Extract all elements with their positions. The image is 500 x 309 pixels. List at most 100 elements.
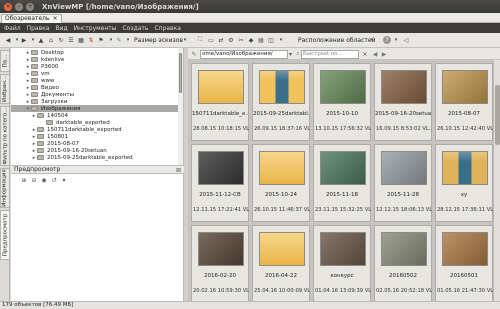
- bookmark-icon[interactable]: ✎: [190, 50, 198, 58]
- thumbnail-item[interactable]: конкурс 01.04.16 13:09:39 VL...: [313, 225, 371, 303]
- menu-help[interactable]: Справка: [154, 25, 180, 32]
- thumbnail-item[interactable]: 2015-11-12-CB 12.11.15 17:21:41 VL...: [191, 144, 249, 222]
- grid-icon: ▦: [78, 36, 84, 44]
- menu-view[interactable]: Вид: [55, 25, 67, 32]
- previous-page-button[interactable]: ◁: [402, 36, 410, 44]
- preview-close-icon[interactable]: ⊠: [176, 167, 181, 174]
- maximize-window-button[interactable]: +: [26, 2, 34, 11]
- menu-create[interactable]: Создать: [123, 25, 149, 32]
- tag-button[interactable]: ✎: [115, 36, 123, 44]
- slideshow-button[interactable]: ▭: [207, 36, 215, 44]
- thumbnail-item[interactable]: 2016-04-22 25.04.16 10:00:09 VL...: [252, 225, 310, 303]
- thumbnail-item[interactable]: 20160501 01.05.16 21:47:30 VL...: [435, 225, 493, 303]
- tab-info[interactable]: Информация: [0, 168, 10, 208]
- thumbnail-item[interactable]: 2015-11-28 12.12.15 18:06:13 VL...: [374, 144, 432, 222]
- help-dropdown[interactable]: ▾: [392, 36, 400, 44]
- tree-scrollbar-thumb[interactable]: [179, 53, 182, 93]
- forward-history-dropdown[interactable]: ▾: [29, 36, 37, 44]
- tree-item[interactable]: ▸ kdenlive: [11, 56, 65, 63]
- view-grid-button[interactable]: ▦: [77, 36, 85, 44]
- zoom-out-icon[interactable]: ⊖: [29, 177, 39, 185]
- grid-scrollbar[interactable]: [493, 60, 500, 301]
- minimize-window-button[interactable]: –: [15, 2, 23, 11]
- chevron-down-icon[interactable]: ▾: [59, 177, 69, 185]
- thumbnail-item[interactable]: 2015-11-18 23.11.15 15:32:25 VL...: [313, 144, 371, 222]
- menu-file[interactable]: Файл: [4, 25, 21, 32]
- forward-button[interactable]: ▶: [20, 36, 28, 44]
- up-arrow-icon: ▲: [38, 36, 44, 44]
- grid-scrollbar-thumb[interactable]: [495, 85, 500, 145]
- tab-browser[interactable]: Обозреватель ×: [1, 14, 62, 23]
- previous-folder-icon[interactable]: ◀: [371, 50, 379, 58]
- tab-close-icon[interactable]: ×: [53, 15, 58, 22]
- path-dropdown-icon[interactable]: ▾: [289, 51, 292, 58]
- tab-label: Обозреватель: [5, 15, 50, 22]
- thumbnail-item[interactable]: 2015-10-24 26.10.15 11:46:37 VL...: [252, 144, 310, 222]
- sort-button[interactable]: ⇅: [87, 36, 95, 44]
- tab-preview[interactable]: Предпросмотр: [0, 210, 10, 260]
- convert-button[interactable]: ⇄: [217, 36, 225, 44]
- tree-item[interactable]: ▸ 2015-09-16-20setuan: [11, 147, 107, 154]
- tree-item[interactable]: ▸ 150801: [11, 133, 68, 140]
- layout-dropdown[interactable]: ▾: [368, 36, 376, 44]
- tree-item[interactable]: ▸ Desktop: [11, 49, 64, 56]
- thumbnail-item[interactable]: 2016-02-20 20.02.16 10:59:30 VL...: [191, 225, 249, 303]
- tree-scrollbar[interactable]: [178, 48, 183, 165]
- tree-item[interactable]: ▸ vm: [11, 70, 50, 77]
- thumbnail-item[interactable]: xy 28.12.15 17:36:11 VL...: [435, 144, 493, 222]
- thumbnail-item[interactable]: 2015-09-25darktabl... 26.09.15 18:37:16 V…: [252, 63, 310, 141]
- thumbnail-item[interactable]: 150711darktable_e... 28.08.15 10:18:15 VL…: [191, 63, 249, 141]
- tree-item[interactable]: ▸ 140504: [11, 112, 68, 119]
- tag-dropdown[interactable]: ▾: [124, 36, 132, 44]
- close-window-button[interactable]: ×: [4, 2, 12, 11]
- fullscreen-button[interactable]: ⛶: [196, 36, 204, 44]
- zoom-in-icon[interactable]: ⊕: [19, 177, 29, 185]
- clear-filter-icon[interactable]: ×: [361, 50, 369, 58]
- back-button[interactable]: ◀: [4, 36, 12, 44]
- thumbnail-date: 01.05.16 21:47:30 VL...: [437, 288, 493, 294]
- fit-icon[interactable]: ◉: [39, 177, 49, 185]
- home-button[interactable]: ⌂: [47, 36, 55, 44]
- layout-label[interactable]: Расположение областей: [298, 37, 375, 44]
- panel-button[interactable]: ▤: [257, 36, 265, 44]
- tab-category-filter-label: Фильтр по катего...: [2, 107, 8, 165]
- thumbnail-item[interactable]: 2015-09-16-20setuan 16.09.15 8:53:02 VL..…: [374, 63, 432, 141]
- tools-button[interactable]: ✂: [237, 36, 245, 44]
- quick-filter-input[interactable]: Быстрый по...: [301, 50, 359, 59]
- menu-tools[interactable]: Инструменты: [74, 25, 117, 32]
- tab-category-filter[interactable]: Фильтр по катего...: [0, 106, 10, 166]
- up-button[interactable]: ▲: [37, 36, 45, 44]
- tree-item[interactable]: ▸ 2015-09-25darktable_exported: [11, 154, 133, 161]
- menu-edit[interactable]: Правка: [27, 25, 50, 32]
- folder-icon: [31, 71, 38, 76]
- thumbnail-item[interactable]: 20160502 02.05.16 20:52:18 VL...: [374, 225, 432, 303]
- settings-button[interactable]: ⚙: [227, 36, 235, 44]
- rotate-icon[interactable]: ↺: [49, 177, 59, 185]
- tree-item[interactable]: ▸ 2015-08-07: [11, 140, 79, 147]
- compare-button[interactable]: ◫: [267, 36, 275, 44]
- filter-dropdown[interactable]: ▾: [107, 36, 115, 44]
- thumbnail-label: 20160501: [450, 273, 478, 279]
- tree-item-selected[interactable]: ▾ Изображения: [11, 105, 179, 112]
- next-folder-icon[interactable]: ▶: [380, 50, 388, 58]
- tree-item[interactable]: ▸ Видео: [11, 84, 59, 91]
- thumbnail-size-label[interactable]: Размер эскизов: [134, 37, 183, 44]
- path-input[interactable]: ome/vano/Изображения/: [200, 50, 288, 59]
- thumbnail-size-dropdown[interactable]: ▾: [181, 36, 189, 44]
- compare-dropdown[interactable]: ▾: [277, 36, 285, 44]
- filter-button[interactable]: ⚑: [97, 36, 105, 44]
- refresh-button[interactable]: ↻: [57, 36, 65, 44]
- cube-button[interactable]: ◆: [247, 36, 255, 44]
- tree-item[interactable]: darktable_exported: [11, 119, 110, 126]
- tree-item[interactable]: ▸ 150711darktable_exported: [11, 126, 122, 133]
- thumbnail-item[interactable]: 2015-10-10 13.10.15 17:56:32 VL...: [313, 63, 371, 141]
- help-button[interactable]: ?: [383, 36, 391, 44]
- view-list-button[interactable]: ☰: [67, 36, 75, 44]
- thumbnail-item[interactable]: 2015-08-07 26.10.15 12:42:40 VL...: [435, 63, 493, 141]
- tree-item[interactable]: ▸ Загрузки: [11, 98, 68, 105]
- tree-item[interactable]: ▸ Документы: [11, 91, 74, 98]
- tree-item[interactable]: ▸ P3600: [11, 63, 59, 70]
- tab-folders[interactable]: Па...: [0, 50, 10, 72]
- tree-item[interactable]: ▸ www: [11, 77, 55, 84]
- tab-favorites[interactable]: Избран...: [0, 74, 10, 104]
